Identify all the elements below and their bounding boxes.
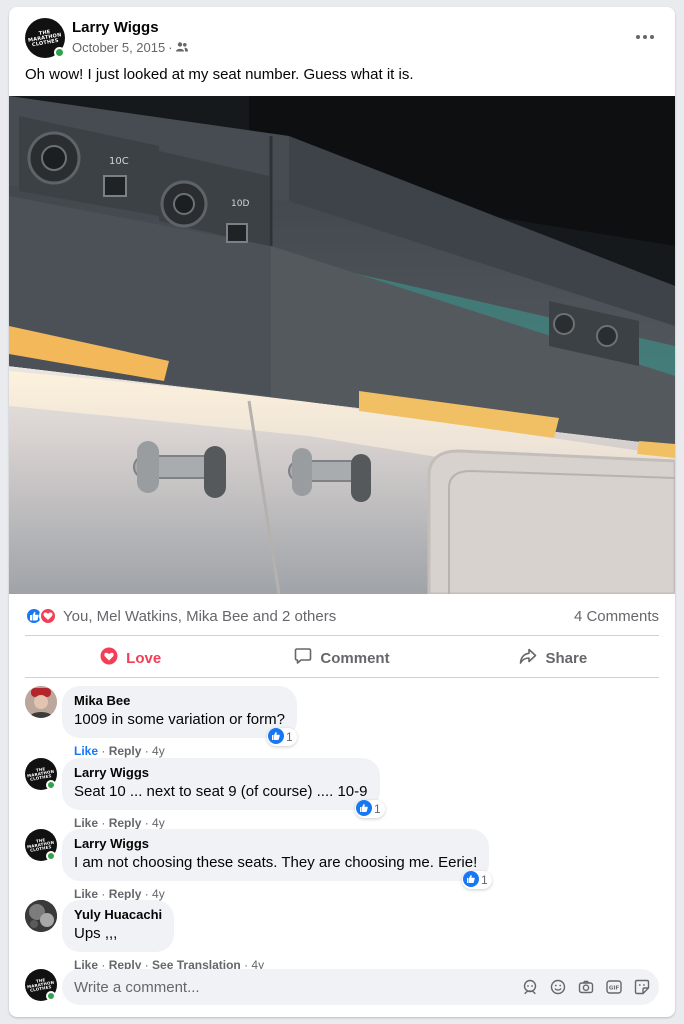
like-reaction-icon [268, 727, 284, 747]
divider [25, 677, 659, 678]
like-reaction-icon [356, 799, 372, 819]
comment-time[interactable]: 4y [152, 887, 165, 901]
comment-reply-link[interactable]: Reply [109, 816, 142, 830]
post-actions: Love Comment Share [25, 640, 659, 676]
comment-reply-link[interactable]: Reply [109, 744, 142, 758]
love-button[interactable]: Love [25, 640, 236, 676]
post-meta: October 5, 2015 · [72, 40, 188, 55]
post-photo[interactable]: 10C 10D [9, 96, 675, 594]
commenter-name[interactable]: Yuly Huacachi [74, 907, 162, 923]
online-status-dot [54, 47, 65, 58]
emoji-icon[interactable] [549, 978, 567, 996]
comment-item: THE MARATHON CLOTHES Larry Wiggs I am not … [25, 829, 659, 901]
commenter-name[interactable]: Larry Wiggs [74, 836, 477, 852]
commenter-avatar[interactable] [25, 900, 57, 932]
comment-text: I am not choosing these seats. They are … [74, 854, 478, 871]
comment-actions: Like · Reply · 4y [74, 816, 165, 830]
comment-composer: THEMARATHONCLOTHES GIF [25, 969, 659, 1005]
svg-text:GIF: GIF [609, 986, 620, 992]
commenter-name[interactable]: Mika Bee [74, 693, 285, 709]
comment-bubble: Yuly Huacachi Ups ,,, [62, 900, 175, 952]
seat-label-b: 10D [231, 199, 249, 209]
comment-like-link[interactable]: Like [74, 887, 98, 901]
comment-actions: Like · Reply · 4y [74, 744, 165, 758]
comment-bubble: Mika Bee 1009 in some variation or form? [62, 686, 297, 738]
gif-icon[interactable]: GIF [605, 978, 623, 996]
comment-button[interactable]: Comment [236, 640, 447, 676]
comment-text: Ups ,,, [74, 925, 118, 942]
more-options-icon[interactable] [631, 25, 659, 49]
comment-reaction-badge[interactable]: 1 [355, 799, 385, 819]
post-text: Oh wow! I just looked at my seat number.… [25, 66, 414, 83]
comment-item: Mika Bee 1009 in some variation or form?… [25, 686, 659, 758]
avatar-sticker-icon[interactable] [521, 978, 539, 996]
comment-like-link[interactable]: Like [74, 816, 98, 830]
love-icon [100, 647, 118, 669]
comment-actions: Like · Reply · 4y [74, 887, 165, 901]
comment-time[interactable]: 4y [152, 816, 165, 830]
reactions-summary: You, Mel Watkins, Mika Bee and 2 others … [25, 605, 659, 627]
camera-icon[interactable] [577, 978, 595, 996]
comment-reaction-badge[interactable]: 1 [267, 727, 297, 747]
comment-item: THE MARATHON CLOTHES Larry Wiggs Seat 10 .… [25, 758, 659, 830]
divider [25, 635, 659, 636]
airplane-cabin-image: 10C 10D [9, 96, 675, 594]
comment-bubble: Larry Wiggs I am not choosing these seat… [62, 829, 490, 881]
seat-label-a: 10C [109, 156, 129, 167]
comment-reaction-badge[interactable]: 1 [462, 870, 492, 890]
comments-count[interactable]: 4 Comments [574, 608, 659, 625]
comment-bubble: Larry Wiggs Seat 10 ... next to seat 9 (… [62, 758, 380, 810]
composer-icons: GIF [521, 978, 651, 996]
post-header: THE MARATHON CLOTHES Larry Wiggs October… [9, 7, 675, 67]
comment-time[interactable]: 4y [152, 744, 165, 758]
comment-icon [294, 647, 312, 669]
sticker-icon[interactable] [633, 978, 651, 996]
reactions-names[interactable]: You, Mel Watkins, Mika Bee and 2 others [63, 608, 336, 625]
comment-label: Comment [320, 649, 390, 667]
friends-icon[interactable] [175, 40, 188, 55]
like-reaction-icon [463, 870, 479, 890]
commenter-avatar[interactable] [25, 686, 57, 718]
online-status-dot [46, 851, 56, 861]
post-card: THE MARATHON CLOTHES Larry Wiggs October… [9, 7, 675, 1017]
love-reaction-icon [39, 607, 57, 625]
share-button[interactable]: Share [448, 640, 659, 676]
online-status-dot [46, 991, 56, 1001]
commenter-name[interactable]: Larry Wiggs [74, 765, 368, 781]
comment-item: Yuly Huacachi Ups ,,, Like · Reply · See… [25, 900, 659, 972]
share-icon [519, 647, 537, 669]
comment-like-link[interactable]: Like [74, 744, 98, 758]
online-status-dot [46, 780, 56, 790]
comment-text: 1009 in some variation or form? [74, 711, 285, 728]
love-label: Love [126, 649, 162, 667]
comment-text: Seat 10 ... next to seat 9 (of course) .… [74, 783, 368, 800]
post-author-name[interactable]: Larry Wiggs [72, 19, 159, 36]
post-date[interactable]: October 5, 2015 [72, 40, 165, 55]
comment-reply-link[interactable]: Reply [109, 887, 142, 901]
share-label: Share [545, 649, 588, 667]
